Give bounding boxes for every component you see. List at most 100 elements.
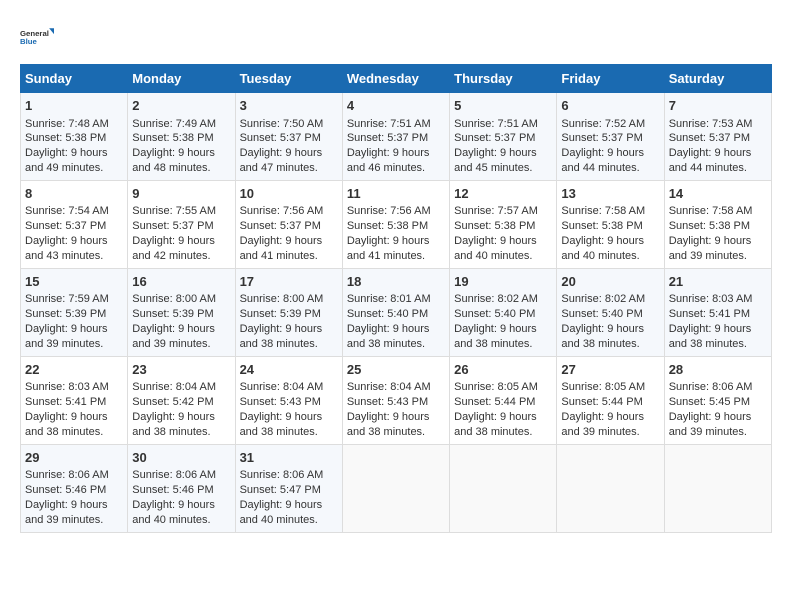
day-info-line: Sunset: 5:37 PM	[132, 219, 230, 234]
calendar-cell: 13Sunrise: 7:58 AMSunset: 5:38 PMDayligh…	[557, 180, 664, 268]
calendar-cell	[450, 444, 557, 532]
day-info-line: Daylight: 9 hours	[240, 146, 338, 161]
calendar-cell: 1Sunrise: 7:48 AMSunset: 5:38 PMDaylight…	[21, 93, 128, 181]
calendar-week-row: 8Sunrise: 7:54 AMSunset: 5:37 PMDaylight…	[21, 180, 772, 268]
calendar-cell: 4Sunrise: 7:51 AMSunset: 5:37 PMDaylight…	[342, 93, 449, 181]
day-info-line: and 39 minutes.	[25, 513, 123, 528]
day-info-line: and 38 minutes.	[240, 337, 338, 352]
day-number: 28	[669, 361, 767, 379]
day-info-line: Sunset: 5:37 PM	[25, 219, 123, 234]
day-info-line: Daylight: 9 hours	[25, 410, 123, 425]
day-number: 17	[240, 273, 338, 291]
day-info-line: Sunset: 5:37 PM	[240, 131, 338, 146]
calendar-cell: 22Sunrise: 8:03 AMSunset: 5:41 PMDayligh…	[21, 356, 128, 444]
day-info-line: Daylight: 9 hours	[347, 410, 445, 425]
day-number: 26	[454, 361, 552, 379]
day-info-line: Sunset: 5:39 PM	[25, 307, 123, 322]
day-info-line: Sunrise: 7:58 AM	[669, 204, 767, 219]
day-header-monday: Monday	[128, 65, 235, 93]
calendar-cell: 10Sunrise: 7:56 AMSunset: 5:37 PMDayligh…	[235, 180, 342, 268]
day-info-line: and 45 minutes.	[454, 161, 552, 176]
calendar-week-row: 29Sunrise: 8:06 AMSunset: 5:46 PMDayligh…	[21, 444, 772, 532]
day-info-line: Sunrise: 7:55 AM	[132, 204, 230, 219]
calendar-week-row: 22Sunrise: 8:03 AMSunset: 5:41 PMDayligh…	[21, 356, 772, 444]
day-info-line: and 41 minutes.	[347, 249, 445, 264]
day-number: 8	[25, 185, 123, 203]
day-info-line: Sunset: 5:38 PM	[454, 219, 552, 234]
day-number: 1	[25, 97, 123, 115]
calendar-cell: 5Sunrise: 7:51 AMSunset: 5:37 PMDaylight…	[450, 93, 557, 181]
day-info-line: Daylight: 9 hours	[25, 146, 123, 161]
calendar-cell: 8Sunrise: 7:54 AMSunset: 5:37 PMDaylight…	[21, 180, 128, 268]
day-number: 20	[561, 273, 659, 291]
day-info-line: Sunrise: 7:56 AM	[347, 204, 445, 219]
day-info-line: Sunset: 5:37 PM	[240, 219, 338, 234]
day-info-line: and 38 minutes.	[347, 337, 445, 352]
calendar-cell: 9Sunrise: 7:55 AMSunset: 5:37 PMDaylight…	[128, 180, 235, 268]
day-header-saturday: Saturday	[664, 65, 771, 93]
day-info-line: and 39 minutes.	[561, 425, 659, 440]
day-number: 12	[454, 185, 552, 203]
day-info-line: Sunset: 5:43 PM	[347, 395, 445, 410]
day-info-line: Sunrise: 8:04 AM	[132, 380, 230, 395]
page-header: General Blue	[20, 20, 772, 54]
day-info-line: Sunset: 5:38 PM	[132, 131, 230, 146]
day-info-line: Sunrise: 7:49 AM	[132, 117, 230, 132]
calendar-cell: 20Sunrise: 8:02 AMSunset: 5:40 PMDayligh…	[557, 268, 664, 356]
calendar-cell: 24Sunrise: 8:04 AMSunset: 5:43 PMDayligh…	[235, 356, 342, 444]
day-header-thursday: Thursday	[450, 65, 557, 93]
day-info-line: and 38 minutes.	[669, 337, 767, 352]
day-info-line: Daylight: 9 hours	[25, 498, 123, 513]
calendar-cell: 3 Sunrise: 7:50 AMSunset: 5:37 PMDaylight…	[235, 93, 342, 181]
day-number: 31	[240, 449, 338, 467]
day-info-line: Sunset: 5:39 PM	[240, 307, 338, 322]
day-number: 3	[240, 97, 338, 115]
day-info-line: Sunrise: 8:02 AM	[561, 292, 659, 307]
day-info-line: and 38 minutes.	[25, 425, 123, 440]
day-info-line: Daylight: 9 hours	[240, 498, 338, 513]
day-info-line: Sunset: 5:38 PM	[561, 219, 659, 234]
day-info-line: and 39 minutes.	[25, 337, 123, 352]
day-info-line: and 38 minutes.	[132, 425, 230, 440]
day-info-line: Sunrise: 7:53 AM	[669, 117, 767, 132]
day-number: 10	[240, 185, 338, 203]
day-number: 29	[25, 449, 123, 467]
day-info-line: Sunrise: 7:50 AM	[240, 117, 338, 132]
day-number: 14	[669, 185, 767, 203]
day-info-line: Sunrise: 7:56 AM	[240, 204, 338, 219]
calendar-cell: 26Sunrise: 8:05 AMSunset: 5:44 PMDayligh…	[450, 356, 557, 444]
day-info-line: Sunset: 5:40 PM	[454, 307, 552, 322]
day-info-line: Sunrise: 8:02 AM	[454, 292, 552, 307]
day-info-line: and 38 minutes.	[347, 425, 445, 440]
calendar-cell: 16Sunrise: 8:00 AMSunset: 5:39 PMDayligh…	[128, 268, 235, 356]
day-info-line: Daylight: 9 hours	[347, 146, 445, 161]
calendar-cell: 30Sunrise: 8:06 AMSunset: 5:46 PMDayligh…	[128, 444, 235, 532]
day-info-line: Sunrise: 8:00 AM	[132, 292, 230, 307]
day-info-line: and 40 minutes.	[561, 249, 659, 264]
calendar-cell: 17Sunrise: 8:00 AMSunset: 5:39 PMDayligh…	[235, 268, 342, 356]
day-info-line: Daylight: 9 hours	[454, 146, 552, 161]
day-number: 23	[132, 361, 230, 379]
day-info-line: and 40 minutes.	[454, 249, 552, 264]
day-info-line: Sunrise: 8:03 AM	[25, 380, 123, 395]
day-info-line: Sunset: 5:40 PM	[561, 307, 659, 322]
day-number: 18	[347, 273, 445, 291]
day-info-line: Sunset: 5:39 PM	[132, 307, 230, 322]
day-number: 5	[454, 97, 552, 115]
day-info-line: Sunrise: 8:05 AM	[454, 380, 552, 395]
day-number: 15	[25, 273, 123, 291]
day-header-wednesday: Wednesday	[342, 65, 449, 93]
day-info-line: and 44 minutes.	[561, 161, 659, 176]
day-info-line: Sunrise: 7:57 AM	[454, 204, 552, 219]
day-info-line: Sunset: 5:47 PM	[240, 483, 338, 498]
day-number: 19	[454, 273, 552, 291]
day-info-line: and 39 minutes.	[132, 337, 230, 352]
day-info-line: Daylight: 9 hours	[240, 322, 338, 337]
day-info-line: and 38 minutes.	[240, 425, 338, 440]
day-number: 25	[347, 361, 445, 379]
calendar-cell: 15Sunrise: 7:59 AMSunset: 5:39 PMDayligh…	[21, 268, 128, 356]
day-info-line: Sunrise: 7:58 AM	[561, 204, 659, 219]
day-info-line: and 38 minutes.	[561, 337, 659, 352]
day-number: 4	[347, 97, 445, 115]
day-info-line: and 46 minutes.	[347, 161, 445, 176]
